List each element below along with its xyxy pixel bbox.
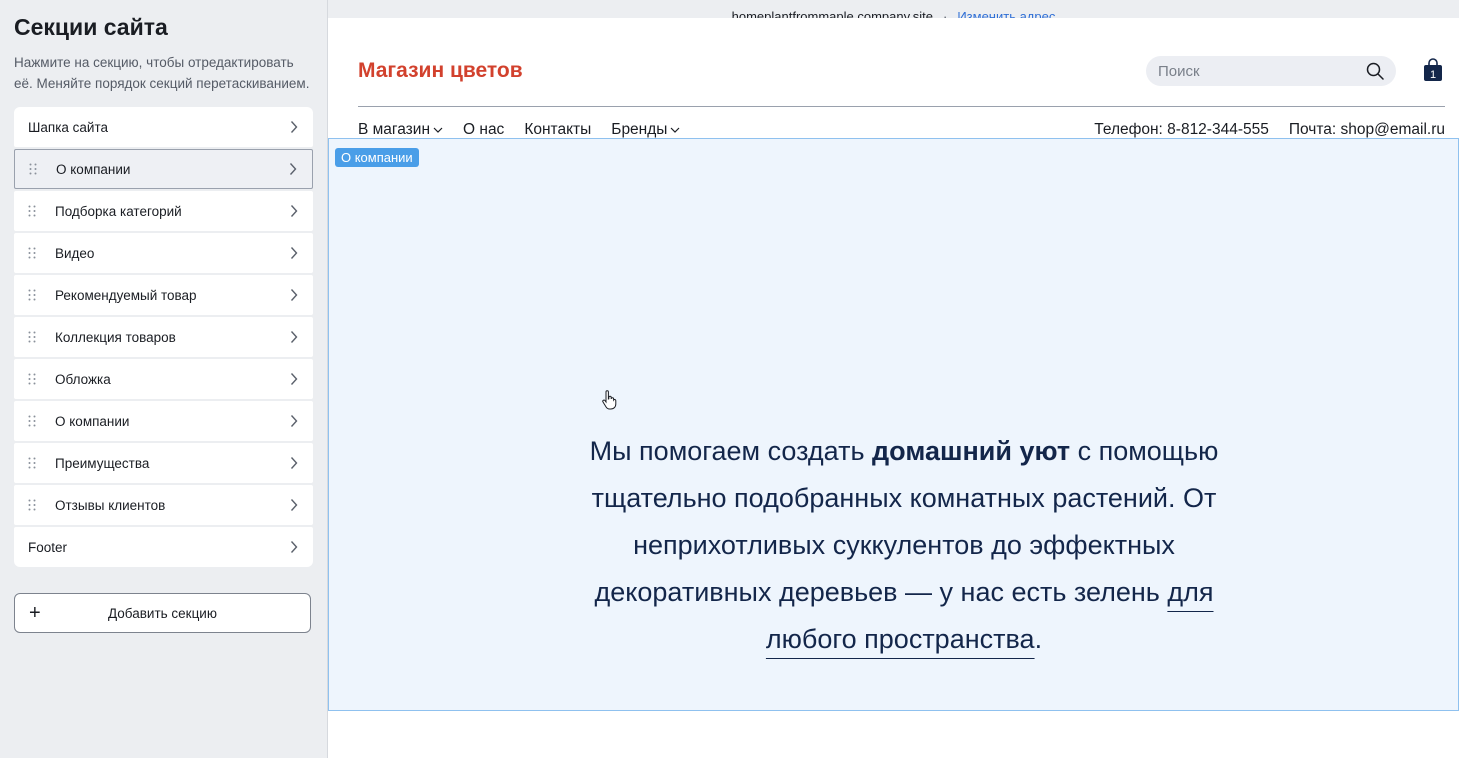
cart-count: 1 — [1430, 69, 1436, 81]
sidebar-title: Секции сайта — [14, 14, 168, 40]
section-item-label: О компании — [56, 161, 131, 177]
about-text: Мы помогаем создать домашний уют с помощ… — [554, 428, 1254, 663]
section-item-label: Footer — [28, 539, 68, 555]
site-domain: homeplantfrommaple.company.site — [731, 9, 933, 18]
section-item[interactable]: Обложка — [14, 359, 313, 399]
main-nav: В магазин О нас Контакты Бренды — [358, 121, 680, 139]
section-item[interactable]: Footer — [14, 527, 313, 567]
about-text-pre: Мы помогаем создать — [589, 436, 873, 466]
address-separator: · — [942, 9, 948, 18]
section-item[interactable]: О компании — [14, 401, 313, 441]
section-item-label: Обложка — [55, 371, 111, 387]
chevron-right-icon — [289, 288, 299, 302]
nav-shop[interactable]: В магазин — [358, 121, 443, 139]
sidebar-hint: Нажмите на секцию, чтобы отредактировать… — [14, 55, 310, 91]
hand-cursor-icon — [602, 390, 617, 410]
header-divider — [358, 106, 1445, 107]
chevron-right-icon — [289, 246, 299, 260]
chevron-right-icon — [289, 498, 299, 512]
chevron-right-icon — [288, 162, 298, 176]
drag-handle-icon[interactable] — [28, 457, 42, 469]
add-section-label: Добавить секцию — [108, 605, 217, 621]
header-email[interactable]: Почта: shop@email.ru — [1289, 121, 1445, 139]
section-item-label: Коллекция товаров — [55, 329, 176, 345]
section-item-label: О компании — [55, 413, 130, 429]
section-item[interactable]: Преимущества — [14, 443, 313, 483]
nav-brands[interactable]: Бренды — [611, 121, 680, 139]
drag-handle-icon[interactable] — [28, 415, 42, 427]
chevron-right-icon — [289, 372, 299, 386]
section-item[interactable]: Видео — [14, 233, 313, 273]
section-item[interactable]: Подборка категорий — [14, 191, 313, 231]
chevron-right-icon — [289, 540, 299, 554]
chevron-down-icon — [671, 127, 680, 133]
drag-handle-icon[interactable] — [28, 289, 42, 301]
site-header[interactable]: Магазин цветов 1 В магазин О нас — [328, 18, 1459, 138]
drag-handle-icon[interactable] — [28, 247, 42, 259]
section-item[interactable]: Шапка сайта — [14, 107, 313, 147]
about-section[interactable]: О компании Мы помогаем создать домашний … — [328, 138, 1459, 711]
address-bar: homeplantfrommaple.company.site · Изменить… — [328, 0, 1459, 18]
about-text-end: . — [1034, 624, 1043, 654]
drag-handle-icon[interactable] — [28, 373, 42, 385]
section-item[interactable]: О компании — [14, 149, 313, 189]
header-contacts: Телефон: 8-812-344-555 Почта: shop@email… — [1094, 121, 1445, 139]
nav-about[interactable]: О нас — [463, 121, 504, 139]
search-input[interactable] — [1158, 62, 1366, 80]
nav-brands-label: Бренды — [611, 121, 668, 138]
change-address-link[interactable]: Изменить адрес — [957, 9, 1055, 18]
nav-about-label: О нас — [463, 121, 505, 138]
section-item-label: Рекомендуемый товар — [55, 287, 197, 303]
section-item-label: Видео — [55, 245, 95, 261]
chevron-right-icon — [289, 204, 299, 218]
about-text-bold: домашний уют — [872, 436, 1071, 466]
store-logo[interactable]: Магазин цветов — [358, 59, 523, 83]
site-preview: homeplantfrommaple.company.site · Изменить… — [328, 0, 1459, 758]
section-item-label: Шапка сайта — [28, 119, 108, 135]
drag-handle-icon[interactable] — [28, 331, 42, 343]
chevron-right-icon — [289, 330, 299, 344]
header-phone[interactable]: Телефон: 8-812-344-555 — [1094, 121, 1269, 139]
cart-icon[interactable]: 1 — [1423, 58, 1443, 82]
add-section-button[interactable]: + Добавить секцию — [14, 593, 311, 633]
nav-shop-label: В магазин — [358, 121, 431, 138]
chevron-right-icon — [289, 120, 299, 134]
search-icon[interactable] — [1366, 62, 1384, 80]
section-item[interactable]: Рекомендуемый товар — [14, 275, 313, 315]
drag-handle-icon[interactable] — [29, 163, 43, 175]
section-item-label: Отзывы клиентов — [55, 497, 166, 513]
drag-handle-icon[interactable] — [28, 499, 42, 511]
section-list: Шапка сайта О компании Подборка категорий В… — [14, 107, 313, 567]
section-item-label: Подборка категорий — [55, 203, 182, 219]
search-box[interactable] — [1146, 56, 1396, 86]
chevron-down-icon — [433, 127, 443, 133]
nav-contacts-label: Контакты — [524, 121, 592, 138]
section-tag: О компании — [335, 148, 419, 167]
section-item-label: Преимущества — [55, 455, 150, 471]
chevron-right-icon — [289, 414, 299, 428]
section-item[interactable]: Коллекция товаров — [14, 317, 313, 357]
drag-handle-icon[interactable] — [28, 205, 42, 217]
chevron-right-icon — [289, 456, 299, 470]
section-item[interactable]: Отзывы клиентов — [14, 485, 313, 525]
plus-icon: + — [29, 602, 41, 624]
nav-contacts[interactable]: Контакты — [524, 121, 591, 139]
sections-sidebar: Секции сайта Нажмите на секцию, чтобы от… — [0, 0, 328, 758]
